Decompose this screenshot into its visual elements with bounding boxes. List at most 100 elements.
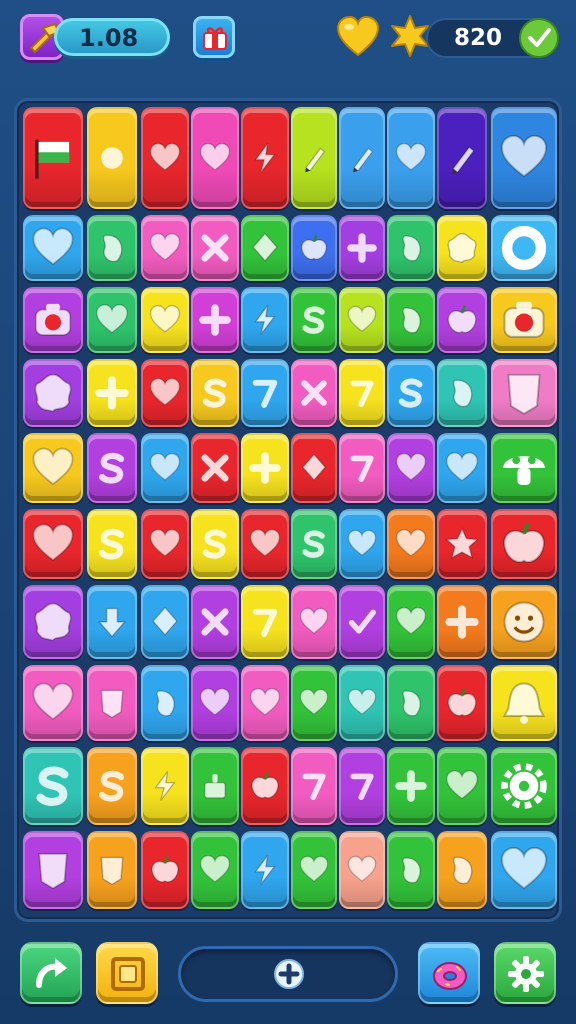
tile-r9-c9[interactable] [437, 747, 487, 825]
tile-r8-c7[interactable] [339, 665, 385, 741]
tile-r8-c8[interactable] [387, 665, 435, 741]
tile-r1-c7[interactable] [339, 107, 385, 209]
tile-r1-c6[interactable] [291, 107, 337, 209]
tile-r6-c1[interactable] [23, 509, 83, 579]
tile-r6-c7[interactable] [339, 509, 385, 579]
tile-r3-c2[interactable] [87, 287, 137, 353]
tile-r2-c4[interactable] [191, 215, 239, 281]
tile-r10-c3[interactable] [141, 831, 189, 909]
tile-r7-c8[interactable] [387, 585, 435, 659]
tile-r3-c6[interactable] [291, 287, 337, 353]
tile-r5-c9[interactable] [437, 433, 487, 503]
tile-r5-c3[interactable] [141, 433, 189, 503]
tile-r7-c6[interactable] [291, 585, 337, 659]
tile-r9-c6[interactable] [291, 747, 337, 825]
tile-r8-c2[interactable] [87, 665, 137, 741]
tile-r1-c9[interactable] [437, 107, 487, 209]
tile-r6-c4[interactable] [191, 509, 239, 579]
tile-r3-c5[interactable] [241, 287, 289, 353]
tile-r8-c4[interactable] [191, 665, 239, 741]
tile-r9-c2[interactable] [87, 747, 137, 825]
tile-r8-c10[interactable] [491, 665, 557, 741]
tile-r2-c2[interactable] [87, 215, 137, 281]
tile-r6-c2[interactable] [87, 509, 137, 579]
tile-r2-c5[interactable] [241, 215, 289, 281]
tile-r2-c10[interactable] [491, 215, 557, 281]
tile-r6-c9[interactable] [437, 509, 487, 579]
tile-r9-c7[interactable] [339, 747, 385, 825]
tile-r1-c4[interactable] [191, 107, 239, 209]
tile-r7-c4[interactable] [191, 585, 239, 659]
tile-r5-c8[interactable] [387, 433, 435, 503]
tile-r7-c3[interactable] [141, 585, 189, 659]
tile-r4-c4[interactable] [191, 359, 239, 427]
tile-r1-c5[interactable] [241, 107, 289, 209]
tile-r1-c8[interactable] [387, 107, 435, 209]
tile-r3-c1[interactable] [23, 287, 83, 353]
tile-r3-c8[interactable] [387, 287, 435, 353]
tile-r10-c1[interactable] [23, 831, 83, 909]
tile-r8-c3[interactable] [141, 665, 189, 741]
tile-r7-c7[interactable] [339, 585, 385, 659]
tile-r5-c1[interactable] [23, 433, 83, 503]
tile-r10-c2[interactable] [87, 831, 137, 909]
tile-r5-c6[interactable] [291, 433, 337, 503]
tile-r6-c8[interactable] [387, 509, 435, 579]
tile-r4-c7[interactable] [339, 359, 385, 427]
tile-r10-c4[interactable] [191, 831, 239, 909]
tile-r1-c1[interactable] [23, 107, 83, 209]
tile-r4-c8[interactable] [387, 359, 435, 427]
tile-r5-c10[interactable] [491, 433, 557, 503]
tile-r7-c2[interactable] [87, 585, 137, 659]
tile-r10-c10[interactable] [491, 831, 557, 909]
tile-r7-c1[interactable] [23, 585, 83, 659]
tile-r2-c7[interactable] [339, 215, 385, 281]
tile-r9-c3[interactable] [141, 747, 189, 825]
tile-r6-c5[interactable] [241, 509, 289, 579]
tile-r3-c7[interactable] [339, 287, 385, 353]
tile-r9-c4[interactable] [191, 747, 239, 825]
tile-r10-c6[interactable] [291, 831, 337, 909]
tile-r4-c1[interactable] [23, 359, 83, 427]
tile-r10-c9[interactable] [437, 831, 487, 909]
tile-r1-c2[interactable] [87, 107, 137, 209]
tile-r8-c5[interactable] [241, 665, 289, 741]
tile-r2-c1[interactable] [23, 215, 83, 281]
tile-r9-c10[interactable] [491, 747, 557, 825]
tile-r7-c9[interactable] [437, 585, 487, 659]
tile-r9-c5[interactable] [241, 747, 289, 825]
frame-button[interactable] [96, 942, 158, 1004]
tile-r2-c6[interactable] [291, 215, 337, 281]
tile-r4-c10[interactable] [491, 359, 557, 427]
tile-r5-c4[interactable] [191, 433, 239, 503]
tile-r1-c3[interactable] [141, 107, 189, 209]
tile-r8-c9[interactable] [437, 665, 487, 741]
tile-r7-c10[interactable] [491, 585, 557, 659]
tile-r8-c1[interactable] [23, 665, 83, 741]
tile-r4-c9[interactable] [437, 359, 487, 427]
tile-r10-c7[interactable] [339, 831, 385, 909]
tile-r2-c9[interactable] [437, 215, 487, 281]
tile-r3-c10[interactable] [491, 287, 557, 353]
undo-button[interactable] [20, 942, 82, 1004]
tile-r9-c8[interactable] [387, 747, 435, 825]
tile-r5-c2[interactable] [87, 433, 137, 503]
tile-r4-c5[interactable] [241, 359, 289, 427]
add-button[interactable] [178, 946, 398, 1002]
tile-r4-c6[interactable] [291, 359, 337, 427]
tile-r1-c10[interactable] [491, 107, 557, 209]
tile-r7-c5[interactable] [241, 585, 289, 659]
tile-r6-c3[interactable] [141, 509, 189, 579]
tile-r3-c3[interactable] [141, 287, 189, 353]
tile-r9-c1[interactable] [23, 747, 83, 825]
tile-r3-c9[interactable] [437, 287, 487, 353]
donut-button[interactable] [418, 942, 480, 1004]
gift-button[interactable] [193, 16, 235, 58]
tile-r8-c6[interactable] [291, 665, 337, 741]
tile-r2-c3[interactable] [141, 215, 189, 281]
tile-r6-c6[interactable] [291, 509, 337, 579]
tile-r4-c3[interactable] [141, 359, 189, 427]
tile-r10-c8[interactable] [387, 831, 435, 909]
tile-r6-c10[interactable] [491, 509, 557, 579]
tile-r5-c7[interactable] [339, 433, 385, 503]
